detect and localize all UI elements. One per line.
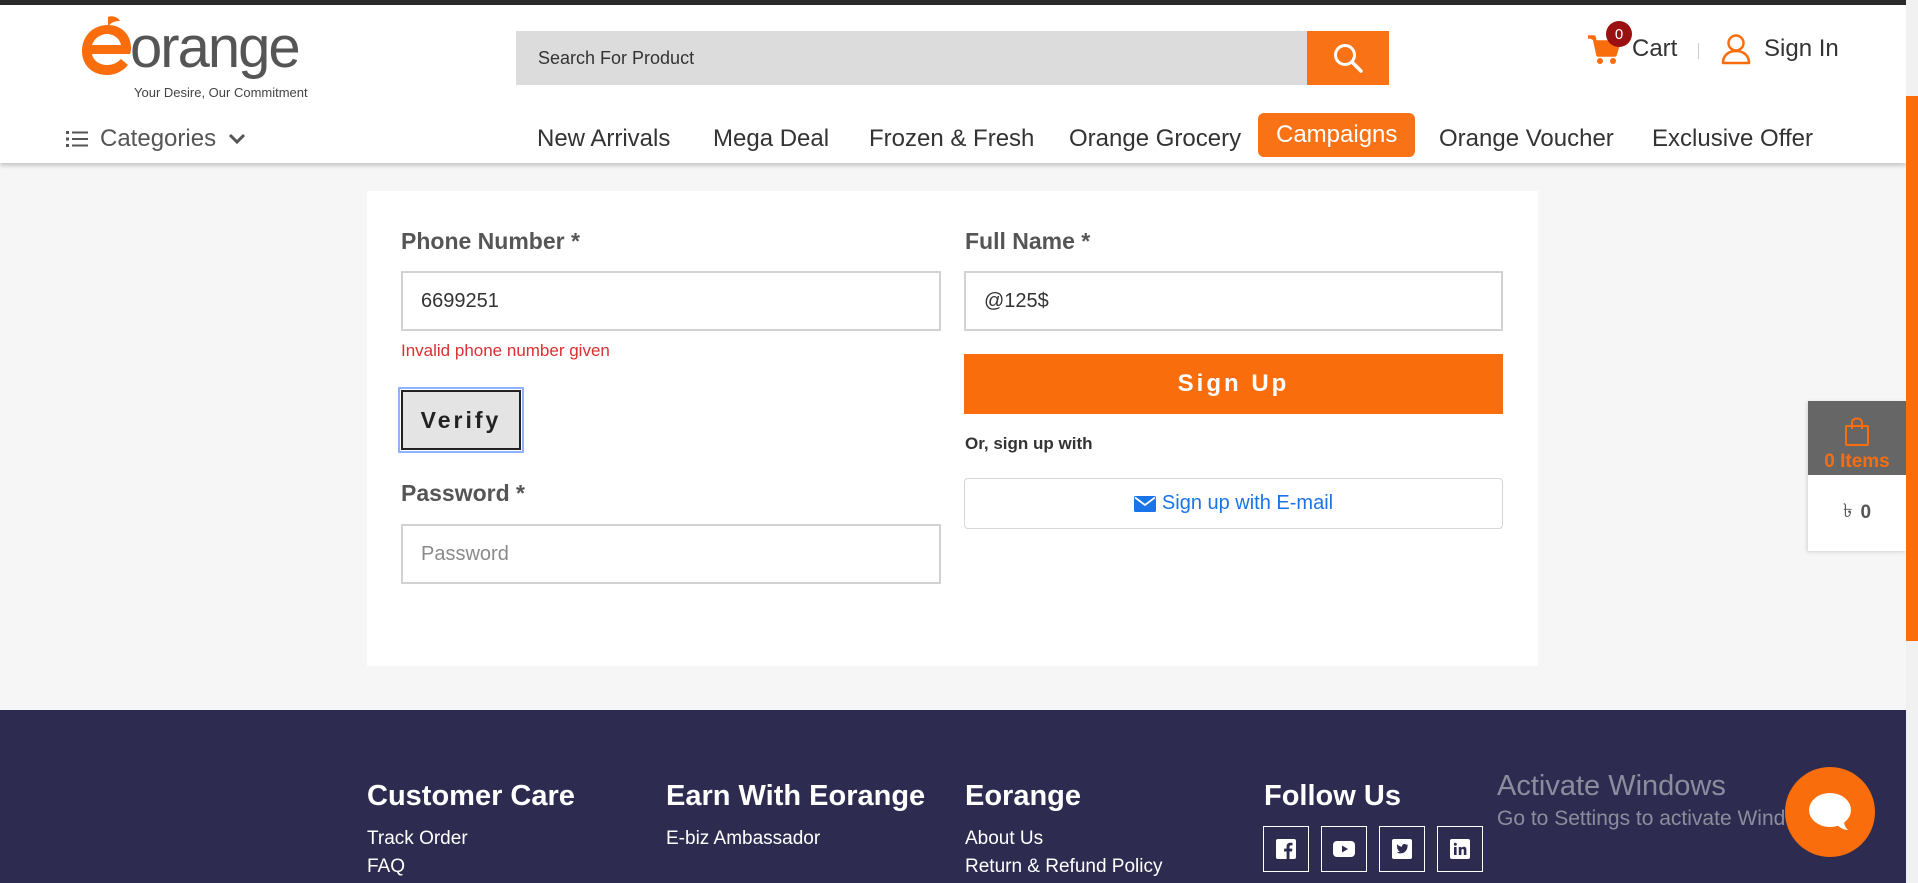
footer-earn-title: Earn With Eorange — [666, 780, 926, 812]
eorange-logo[interactable]: orange Your Desire, Our Commitment — [78, 13, 328, 105]
footer-link-faq[interactable]: FAQ — [367, 856, 405, 878]
header-divider — [1698, 43, 1699, 59]
floating-cart-items: 0 Items — [1824, 451, 1890, 472]
floating-cart-header: 0 Items — [1808, 401, 1906, 475]
cart-label: Cart — [1632, 35, 1678, 62]
nav-campaigns[interactable]: Campaigns — [1258, 113, 1416, 157]
chevron-down-icon — [229, 133, 246, 145]
currency-symbol: ৳ — [1842, 501, 1853, 522]
floating-cart-total-row: ৳ 0 — [1808, 475, 1906, 551]
footer-link-about-us[interactable]: About Us — [965, 828, 1043, 850]
list-icon — [66, 131, 88, 147]
activate-windows-subtitle: Go to Settings to activate Windows. — [1497, 807, 1829, 830]
nav-exclusive-offer[interactable]: Exclusive Offer — [1652, 117, 1813, 161]
scrollbar-thumb[interactable] — [1906, 96, 1918, 641]
search-button[interactable] — [1307, 31, 1389, 85]
youtube-link[interactable] — [1321, 826, 1367, 872]
search-icon — [1334, 44, 1363, 73]
fullname-input[interactable] — [964, 271, 1503, 331]
categories-label: Categories — [100, 125, 217, 152]
verify-button[interactable]: Verify — [398, 387, 524, 453]
cart-count-badge: 0 — [1606, 21, 1632, 47]
youtube-icon — [1333, 841, 1355, 857]
nav-new-arrivals[interactable]: New Arrivals — [537, 117, 670, 161]
logo-e-icon — [82, 16, 131, 75]
email-signup-label: Sign up with E-mail — [1161, 492, 1334, 514]
footer-link-return-refund[interactable]: Return & Refund Policy — [965, 856, 1163, 878]
windows-activation-watermark: Activate Windows Go to Settings to activ… — [1497, 770, 1829, 831]
signup-form-card: Phone Number * Invalid phone number give… — [367, 191, 1538, 666]
floating-cart-widget[interactable]: 0 Items ৳ 0 — [1808, 401, 1906, 551]
twitter-link[interactable] — [1379, 826, 1425, 872]
facebook-icon — [1276, 839, 1296, 859]
linkedin-link[interactable] — [1437, 826, 1483, 872]
envelope-icon — [1133, 495, 1156, 512]
search-bar — [516, 31, 1389, 85]
nav-mega-deal[interactable]: Mega Deal — [713, 117, 829, 161]
linkedin-icon — [1450, 839, 1470, 859]
search-input[interactable] — [516, 31, 1307, 85]
footer-follow-us-title: Follow Us — [1264, 780, 1401, 812]
footer-link-ebiz-ambassador[interactable]: E-biz Ambassador — [666, 828, 820, 850]
phone-label: Phone Number * — [401, 228, 580, 254]
logo-tagline: Your Desire, Our Commitment — [134, 85, 308, 100]
or-signup-with-text: Or, sign up with — [965, 434, 1093, 453]
categories-dropdown[interactable]: Categories — [66, 121, 246, 157]
signin-label: Sign In — [1764, 35, 1839, 62]
logo-wordmark: orange — [130, 15, 301, 80]
signup-button[interactable]: Sign Up — [964, 354, 1503, 414]
nav-frozen-fresh[interactable]: Frozen & Fresh — [869, 117, 1034, 161]
password-input[interactable] — [401, 524, 941, 584]
footer-eorange-title: Eorange — [965, 780, 1082, 812]
floating-cart-total: 0 — [1860, 502, 1872, 523]
nav-orange-voucher[interactable]: Orange Voucher — [1439, 117, 1614, 161]
email-signup-button[interactable]: Sign up with E-mail — [964, 478, 1503, 529]
activate-windows-title: Activate Windows — [1497, 770, 1726, 802]
user-icon — [1721, 34, 1751, 65]
fullname-label: Full Name * — [965, 228, 1091, 254]
chat-bubble-icon — [1809, 793, 1851, 830]
phone-error-message: Invalid phone number given — [401, 341, 610, 360]
page-scrollbar[interactable] — [1906, 0, 1918, 883]
password-label: Password * — [401, 480, 525, 506]
twitter-icon — [1392, 839, 1412, 859]
nav-orange-grocery[interactable]: Orange Grocery — [1069, 117, 1241, 161]
shopping-bag-icon — [1845, 417, 1869, 446]
chat-button[interactable] — [1785, 767, 1875, 857]
phone-input[interactable] — [401, 271, 941, 331]
footer-link-track-order[interactable]: Track Order — [367, 828, 468, 850]
cart-link[interactable]: 0 Cart — [1586, 21, 1677, 77]
facebook-link[interactable] — [1263, 826, 1309, 872]
site-header: orange Your Desire, Our Commitment 0 Car… — [0, 5, 1906, 163]
footer-customer-care-title: Customer Care — [367, 780, 575, 812]
signin-link[interactable]: Sign In — [1720, 25, 1839, 73]
